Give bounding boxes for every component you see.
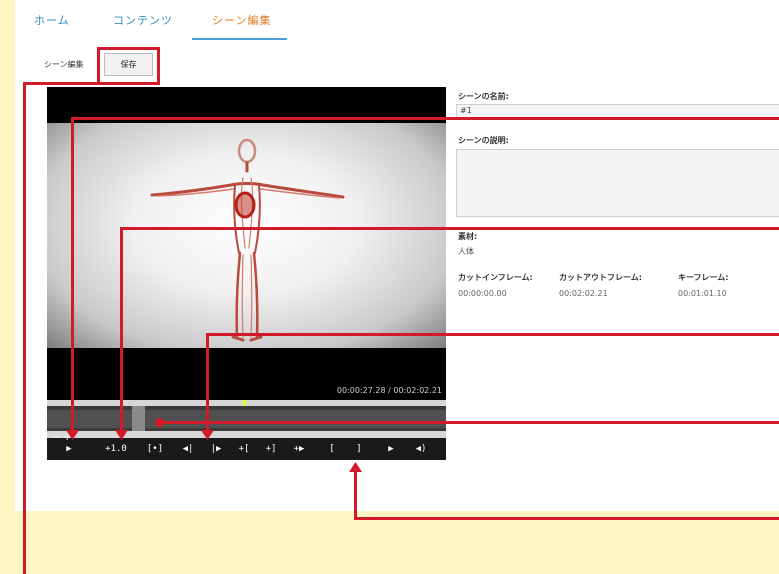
- playback-rate-button[interactable]: +1.0: [103, 438, 129, 460]
- keyframe-label: キーフレーム:: [678, 273, 729, 282]
- cut-out-value: 00:02:02.21: [559, 289, 608, 298]
- nav-content[interactable]: コンテンツ: [113, 12, 173, 28]
- step-back-button[interactable]: ◀|: [177, 438, 199, 460]
- timeline-zoom-bar: [47, 431, 446, 438]
- annotation-box-save: [97, 47, 160, 85]
- video-frame: [47, 123, 446, 348]
- annotation-line: [354, 470, 357, 520]
- keyframe-value: 00:01:01.10: [678, 289, 727, 298]
- go-to-keyframe-button[interactable]: +▶: [288, 438, 310, 460]
- scene-name-label: シーンの名前:: [458, 92, 509, 101]
- cut-in-value: 00:00:00.00: [458, 289, 507, 298]
- scene-description-textarea[interactable]: [456, 149, 779, 217]
- timecode: 00:00:27.28 / 00:02:02.21: [336, 386, 442, 395]
- cut-in-label: カットインフレーム:: [458, 273, 533, 282]
- scene-description-label: シーンの説明:: [458, 136, 509, 145]
- annotation-line: [71, 117, 74, 436]
- scene-name-input[interactable]: #1: [456, 104, 779, 118]
- nav-home[interactable]: ホーム: [34, 12, 70, 28]
- set-keyframe-button[interactable]: ▶: [381, 438, 401, 460]
- go-to-out-button[interactable]: +]: [260, 438, 282, 460]
- annotation-arrow: [349, 462, 362, 472]
- cut-out-label: カットアウトフレーム:: [559, 273, 642, 282]
- go-to-in-button[interactable]: +[: [233, 438, 255, 460]
- material-value: 人体: [458, 247, 474, 256]
- nav-active-underline: [192, 38, 287, 40]
- page: ホーム コンテンツ シーン編集 シーン編集 保存 00:00:27.28 / 0…: [0, 0, 779, 574]
- annotation-line: [206, 333, 779, 336]
- jump-in-out-button[interactable]: [•]: [143, 438, 167, 460]
- timeline-marker: [243, 400, 246, 406]
- annotation-line: [120, 227, 779, 230]
- annotation-arrow: [115, 430, 128, 440]
- annotation-line: [120, 227, 123, 436]
- top-nav: ホーム コンテンツ シーン編集: [15, 0, 779, 42]
- play-button[interactable]: ▶: [58, 438, 80, 460]
- anatomy-figure-image: [150, 138, 345, 342]
- annotation-line: [354, 517, 779, 520]
- material-label: 素材:: [458, 232, 478, 241]
- step-forward-button[interactable]: |▶: [205, 438, 227, 460]
- video-player[interactable]: 00:00:27.28 / 00:02:02.21: [47, 87, 446, 400]
- section-label: シーン編集: [44, 60, 84, 69]
- volume-button[interactable]: ◀): [409, 438, 433, 460]
- annotation-arrow: [66, 430, 79, 440]
- annotation-arrow: [201, 430, 214, 440]
- nav-scene-edit[interactable]: シーン編集: [212, 12, 271, 28]
- set-in-button[interactable]: [: [323, 438, 341, 460]
- scene-name-value: #1: [460, 106, 472, 115]
- annotation-line: [160, 421, 779, 424]
- annotation-line: [71, 117, 779, 120]
- timeline[interactable]: [47, 400, 446, 438]
- annotation-line: [23, 82, 26, 574]
- timeline-ruler: [47, 400, 446, 406]
- set-out-button[interactable]: ]: [350, 438, 368, 460]
- player-controls: − + ▶ +1.0 [•] ◀| |▶ +[ +] +▶ [ ] ▶ ◀): [47, 432, 446, 460]
- timeline-track[interactable]: [47, 410, 446, 428]
- annotation-line: [23, 82, 99, 85]
